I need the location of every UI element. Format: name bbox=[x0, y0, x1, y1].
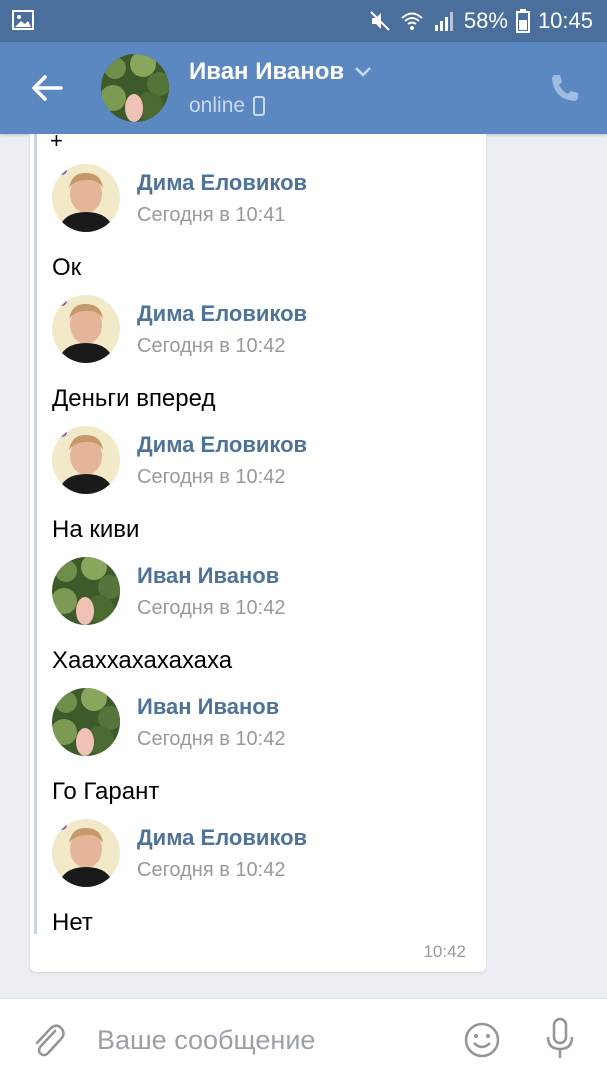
message-text: Го Гарант bbox=[52, 778, 160, 805]
author-name[interactable]: Дима Еловиков bbox=[137, 825, 307, 851]
forwarded-messages-card: + Дима Еловиков Сегодня в 10:41 Ок Дима Ело… bbox=[30, 128, 486, 972]
author-avatar[interactable] bbox=[52, 688, 120, 756]
message-text: Нет bbox=[52, 909, 93, 936]
emoji-icon[interactable] bbox=[463, 1021, 501, 1059]
message-time: Сегодня в 10:41 bbox=[137, 204, 286, 226]
author-avatar[interactable] bbox=[52, 557, 120, 625]
back-arrow-icon[interactable] bbox=[30, 72, 64, 104]
message-text: На киви bbox=[52, 516, 140, 543]
chevron-down-icon bbox=[355, 67, 372, 77]
presence-status: online bbox=[189, 94, 266, 118]
author-name[interactable]: Дима Еловиков bbox=[137, 170, 307, 196]
message-input[interactable]: Ваше сообщение bbox=[97, 1025, 315, 1056]
attach-icon[interactable] bbox=[30, 1021, 66, 1061]
author-name[interactable]: Иван Иванов bbox=[137, 694, 279, 720]
wifi-icon bbox=[401, 12, 423, 30]
mobile-icon bbox=[253, 96, 266, 116]
forwarded-message: Дима Еловиков Сегодня в 10:41 Ок bbox=[52, 164, 472, 289]
truncated-text: + bbox=[50, 128, 63, 153]
message-time: Сегодня в 10:42 bbox=[137, 335, 286, 357]
message-text: Ок bbox=[52, 254, 82, 281]
message-timestamp: 10:42 bbox=[423, 942, 466, 961]
author-name[interactable]: Дима Еловиков bbox=[137, 301, 307, 327]
forwarded-message: Дима Еловиков Сегодня в 10:42 Деньги впере… bbox=[52, 295, 472, 420]
author-avatar[interactable] bbox=[52, 164, 120, 232]
microphone-icon[interactable] bbox=[543, 1017, 577, 1061]
message-time: Сегодня в 10:42 bbox=[137, 466, 286, 488]
author-name[interactable]: Дима Еловиков bbox=[137, 432, 307, 458]
contact-name-text: Иван Иванов bbox=[189, 58, 345, 85]
battery-percent: 58% bbox=[463, 8, 508, 33]
message-time: Сегодня в 10:42 bbox=[137, 597, 286, 619]
message-text: Хааххахахахаха bbox=[52, 647, 233, 674]
message-text: Деньги вперед bbox=[52, 385, 216, 412]
signal-icon bbox=[434, 12, 453, 31]
phone-icon[interactable] bbox=[549, 72, 581, 104]
contact-name[interactable]: Иван Иванов bbox=[189, 58, 372, 86]
author-avatar[interactable] bbox=[52, 819, 120, 887]
forwarded-message: Иван Иванов Сегодня в 10:42 Хааххахахахаха bbox=[52, 557, 472, 682]
author-avatar[interactable] bbox=[52, 295, 120, 363]
gallery-icon bbox=[12, 10, 34, 30]
chat-header: Иван Иванов online bbox=[0, 42, 607, 134]
message-time: Сегодня в 10:42 bbox=[137, 859, 286, 881]
forwarded-message: Дима Еловиков Сегодня в 10:42 Нет bbox=[52, 819, 472, 944]
author-name[interactable]: Иван Иванов bbox=[137, 563, 279, 589]
forwarded-message: Иван Иванов Сегодня в 10:42 Го Гарант bbox=[52, 688, 472, 813]
mute-icon bbox=[370, 11, 390, 31]
message-composer: Ваше сообщение bbox=[0, 998, 607, 1081]
status-bar: 58% 10:45 bbox=[0, 0, 607, 42]
presence-text: online bbox=[189, 94, 246, 117]
clock: 10:45 bbox=[537, 8, 593, 33]
forward-quote-bar bbox=[34, 134, 37, 934]
message-time: Сегодня в 10:42 bbox=[137, 728, 286, 750]
battery-icon bbox=[515, 9, 530, 33]
author-avatar[interactable] bbox=[52, 426, 120, 494]
contact-avatar[interactable] bbox=[101, 54, 169, 122]
forwarded-message: Дима Еловиков Сегодня в 10:42 На киви bbox=[52, 426, 472, 551]
